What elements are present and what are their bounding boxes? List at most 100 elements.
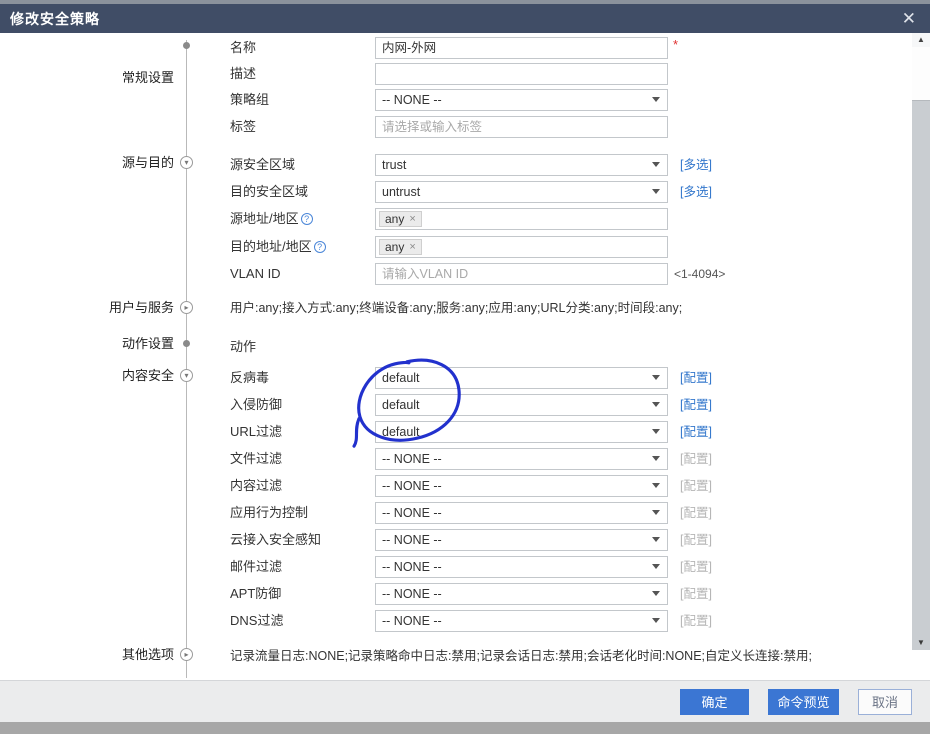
- dns-filter-value: -- NONE --: [382, 614, 442, 628]
- app-behavior-select[interactable]: -- NONE --: [375, 502, 668, 524]
- dst-address-label: 目的地址/地区?: [230, 236, 375, 258]
- content-filter-configure-link: [配置]: [680, 475, 712, 497]
- src-zone-multiselect-link[interactable]: [多选]: [680, 154, 712, 176]
- section-label-content-security: 内容安全: [16, 365, 174, 387]
- chip-label: any: [385, 209, 404, 229]
- antivirus-label: 反病毒: [230, 367, 375, 389]
- name-label: 名称: [230, 37, 375, 59]
- cloud-access-configure-link: [配置]: [680, 529, 712, 551]
- description-label: 描述: [230, 63, 375, 85]
- dropdown-caret-icon: [652, 564, 660, 569]
- dns-filter-label: DNS过滤: [230, 610, 375, 632]
- scroll-down-icon[interactable]: ▼: [912, 636, 930, 650]
- url-filter-select[interactable]: default: [375, 421, 668, 443]
- page-background-strip: [0, 722, 930, 734]
- content-filter-value: -- NONE --: [382, 479, 442, 493]
- dropdown-caret-icon: [652, 537, 660, 542]
- vertical-scrollbar[interactable]: ▲ ▼: [912, 33, 930, 650]
- vlan-range-hint: <1-4094>: [674, 263, 725, 285]
- dropdown-caret-icon: [652, 375, 660, 380]
- app-behavior-configure-link: [配置]: [680, 502, 712, 524]
- address-chip: any ×: [379, 211, 422, 227]
- close-icon[interactable]: ✕: [898, 10, 920, 27]
- dialog-title: 修改安全策略: [10, 9, 100, 29]
- tag-input[interactable]: 请选择或输入标签: [375, 116, 668, 138]
- vlan-label: VLAN ID: [230, 263, 375, 285]
- dialog-footer: 确定 命令预览 取消: [0, 680, 930, 722]
- antivirus-value: default: [382, 371, 420, 385]
- dst-address-label-text: 目的地址/地区: [230, 239, 312, 254]
- ok-button[interactable]: 确定: [680, 689, 749, 715]
- ips-configure-link[interactable]: [配置]: [680, 394, 712, 416]
- section-marker-dot: [183, 42, 190, 49]
- policy-group-label: 策略组: [230, 89, 375, 111]
- dst-address-input[interactable]: any×: [375, 236, 668, 258]
- chevron-down-icon[interactable]: ▾: [180, 369, 193, 382]
- dropdown-caret-icon: [652, 162, 660, 167]
- name-input[interactable]: 内网-外网: [375, 37, 668, 59]
- ips-select[interactable]: default: [375, 394, 668, 416]
- dns-filter-select[interactable]: -- NONE --: [375, 610, 668, 632]
- dropdown-caret-icon: [652, 618, 660, 623]
- action-label: 动作: [230, 336, 375, 358]
- vlan-placeholder: 请输入VLAN ID: [382, 267, 468, 281]
- file-filter-value: -- NONE --: [382, 452, 442, 466]
- cloud-access-label: 云接入安全感知: [230, 529, 375, 551]
- user-service-summary: 用户:any;接入方式:any;终端设备:any;服务:any;应用:any;U…: [230, 300, 890, 316]
- app-behavior-value: -- NONE --: [382, 506, 442, 520]
- section-marker-dot: [183, 340, 190, 347]
- dropdown-caret-icon: [652, 591, 660, 596]
- vlan-input[interactable]: 请输入VLAN ID: [375, 263, 668, 285]
- url-filter-value: default: [382, 425, 420, 439]
- policy-group-select[interactable]: -- NONE --: [375, 89, 668, 111]
- dropdown-caret-icon: [652, 456, 660, 461]
- dropdown-caret-icon: [652, 402, 660, 407]
- apt-defense-label: APT防御: [230, 583, 375, 605]
- description-input[interactable]: [375, 63, 668, 85]
- chip-remove-icon[interactable]: ×: [409, 209, 415, 229]
- cancel-button[interactable]: 取消: [858, 689, 912, 715]
- address-chip: any×: [379, 239, 422, 255]
- mail-filter-label: 邮件过滤: [230, 556, 375, 578]
- cloud-access-value: -- NONE --: [382, 533, 442, 547]
- ips-value: default: [382, 398, 420, 412]
- section-label-other: 其他选项: [16, 644, 174, 666]
- help-icon[interactable]: ?: [314, 241, 326, 253]
- src-address-input[interactable]: any ×: [375, 208, 668, 230]
- dst-zone-multiselect-link[interactable]: [多选]: [680, 181, 712, 203]
- section-label-source-dest: 源与目的: [16, 152, 174, 174]
- file-filter-label: 文件过滤: [230, 448, 375, 470]
- apt-defense-select[interactable]: -- NONE --: [375, 583, 668, 605]
- section-label-general: 常规设置: [16, 67, 174, 89]
- tag-placeholder: 请选择或输入标签: [382, 120, 482, 134]
- url-filter-configure-link[interactable]: [配置]: [680, 421, 712, 443]
- file-filter-select[interactable]: -- NONE --: [375, 448, 668, 470]
- src-zone-value: trust: [382, 158, 406, 172]
- ips-label: 入侵防御: [230, 394, 375, 416]
- mail-filter-select[interactable]: -- NONE --: [375, 556, 668, 578]
- src-address-label: 源地址/地区?: [230, 208, 375, 230]
- dst-zone-label: 目的安全区域: [230, 181, 375, 203]
- chevron-down-icon[interactable]: ▾: [180, 156, 193, 169]
- file-filter-configure-link: [配置]: [680, 448, 712, 470]
- command-preview-button[interactable]: 命令预览: [768, 689, 839, 715]
- help-icon[interactable]: ?: [301, 213, 313, 225]
- chevron-right-icon[interactable]: ▸: [180, 648, 193, 661]
- scrollbar-thumb[interactable]: [912, 47, 930, 101]
- mail-filter-value: -- NONE --: [382, 560, 442, 574]
- antivirus-select[interactable]: default: [375, 367, 668, 389]
- dropdown-caret-icon: [652, 483, 660, 488]
- section-label-user-service: 用户与服务: [16, 297, 174, 319]
- dst-zone-value: untrust: [382, 185, 420, 199]
- scroll-up-icon[interactable]: ▲: [912, 33, 930, 47]
- dst-zone-select[interactable]: untrust: [375, 181, 668, 203]
- app-behavior-label: 应用行为控制: [230, 502, 375, 524]
- antivirus-configure-link[interactable]: [配置]: [680, 367, 712, 389]
- content-filter-select[interactable]: -- NONE --: [375, 475, 668, 497]
- apt-defense-value: -- NONE --: [382, 587, 442, 601]
- cloud-access-select[interactable]: -- NONE --: [375, 529, 668, 551]
- src-zone-select[interactable]: trust: [375, 154, 668, 176]
- other-options-summary: 记录流量日志:NONE;记录策略命中日志:禁用;记录会话日志:禁用;会话老化时间…: [230, 648, 890, 664]
- chip-remove-icon[interactable]: ×: [409, 237, 415, 257]
- chevron-right-icon[interactable]: ▸: [180, 301, 193, 314]
